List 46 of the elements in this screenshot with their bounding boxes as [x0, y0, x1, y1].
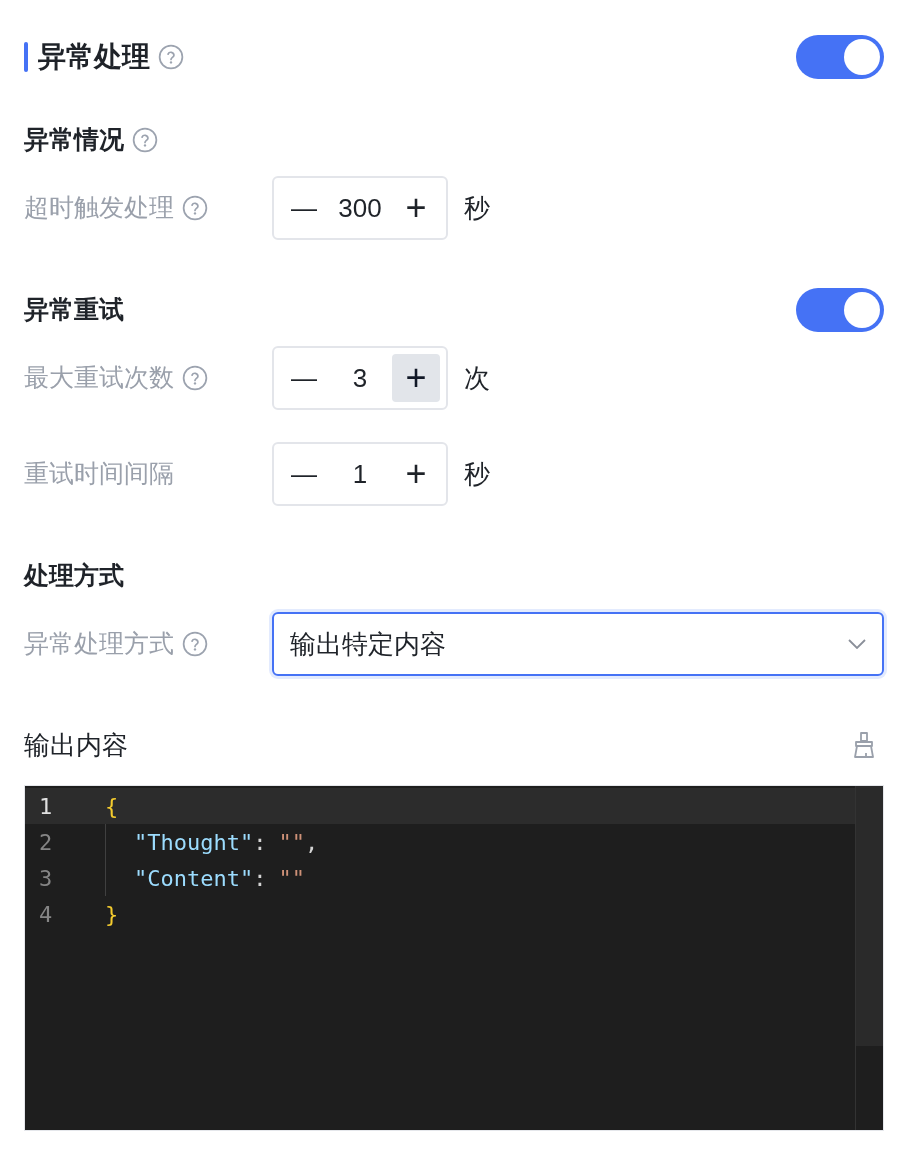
number-stepper[interactable]: — 3 + [272, 346, 448, 410]
stepper-value: 300 [338, 191, 382, 225]
code-editor[interactable]: 1 { 2 "Thought": "", 3 "Content": "" 4 } [24, 785, 884, 1131]
help-icon[interactable] [182, 365, 208, 391]
line-number: 4 [38, 900, 54, 929]
help-icon[interactable] [182, 631, 208, 657]
decrement-button[interactable]: — [280, 184, 328, 232]
line-number: 1 [38, 792, 54, 821]
broom-icon[interactable] [852, 731, 876, 759]
field-label: 超时触发处理 [24, 192, 174, 224]
select-field[interactable]: 输出特定内容 [272, 612, 884, 676]
line-number: 3 [38, 864, 54, 893]
unit-label: 秒 [464, 191, 490, 225]
code-token: } [105, 900, 119, 929]
code-token: "Thought" [134, 828, 254, 857]
code-token: "" [278, 864, 305, 893]
code-token: , [304, 828, 319, 857]
code-token: : [253, 864, 267, 893]
help-icon[interactable] [132, 127, 158, 153]
unit-label: 秒 [464, 457, 490, 491]
number-stepper[interactable]: — 300 + [272, 176, 448, 240]
subsection-title: 异常重试 [24, 294, 124, 326]
decrement-button[interactable]: — [280, 450, 328, 498]
increment-button[interactable]: + [392, 354, 440, 402]
code-token: : [253, 828, 267, 857]
code-token: "" [278, 828, 305, 857]
field-label: 重试时间间隔 [24, 458, 174, 490]
chevron-down-icon [848, 639, 866, 649]
help-icon[interactable] [158, 44, 184, 70]
section-title: 异常处理 [38, 40, 150, 74]
code-token: "Content" [134, 864, 254, 893]
decrement-button[interactable]: — [280, 354, 328, 402]
subsection-title: 处理方式 [24, 560, 124, 592]
stepper-value: 3 [352, 361, 368, 395]
help-icon[interactable] [182, 195, 208, 221]
output-label: 输出内容 [24, 728, 128, 762]
field-label: 异常处理方式 [24, 628, 174, 660]
toggle-switch[interactable] [796, 35, 884, 79]
line-number: 2 [38, 828, 54, 857]
unit-label: 次 [464, 361, 490, 395]
number-stepper[interactable]: — 1 + [272, 442, 448, 506]
toggle-switch[interactable] [796, 288, 884, 332]
stepper-value: 1 [352, 457, 368, 491]
code-token: { [105, 792, 119, 821]
subsection-title: 异常情况 [24, 124, 124, 156]
field-label: 最大重试次数 [24, 362, 174, 394]
